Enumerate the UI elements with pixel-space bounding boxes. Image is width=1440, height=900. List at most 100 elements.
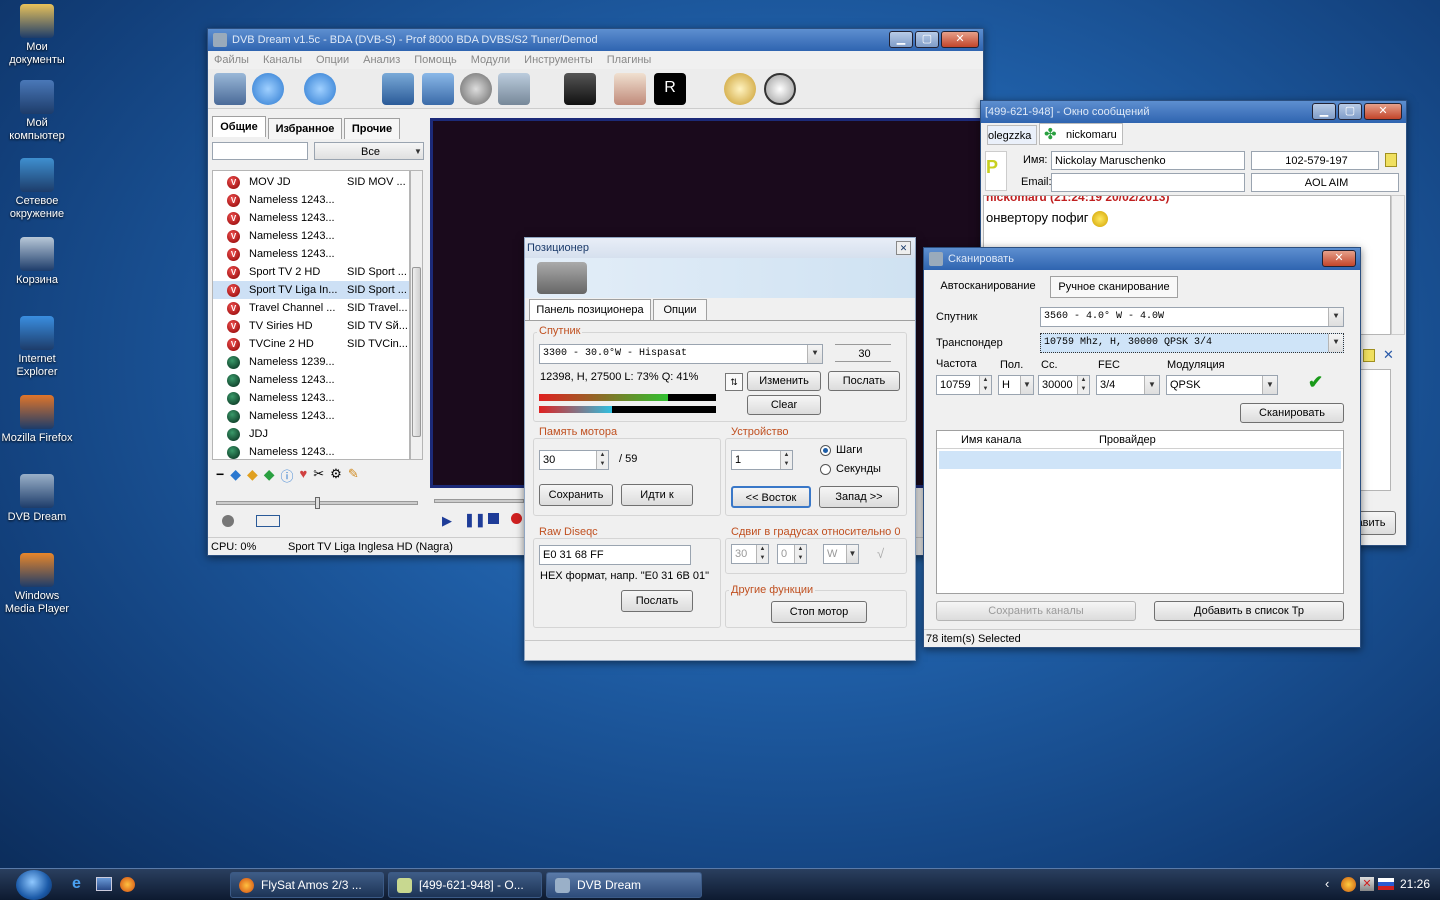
spin-icon[interactable]: ▲ ▼: [794, 545, 806, 563]
channel-row[interactable]: V Nameless 1243...: [213, 245, 409, 263]
column-provider[interactable]: Провайдер: [1099, 431, 1156, 449]
tab-general[interactable]: Общие: [212, 116, 266, 137]
firefox-quicklaunch-icon[interactable]: [120, 877, 135, 892]
file-icon[interactable]: [1363, 349, 1375, 362]
positioner-close-button[interactable]: ✕: [896, 241, 911, 255]
desktop-quicklaunch-icon[interactable]: [96, 877, 112, 891]
spin-icon[interactable]: ▲ ▼: [780, 451, 792, 469]
channel-row[interactable]: V Sport TV 2 HD SID Sport ...: [213, 263, 409, 281]
spin-icon[interactable]: ▲ ▼: [596, 451, 608, 469]
channel-row[interactable]: Nameless 1243...: [213, 407, 409, 425]
menu-item[interactable]: Файлы: [214, 51, 249, 69]
channel-row[interactable]: V Nameless 1243...: [213, 227, 409, 245]
volume-thumb[interactable]: [315, 497, 320, 509]
info-icon[interactable]: ⓘ: [281, 466, 294, 486]
task-dvb-dream[interactable]: DVB Dream: [546, 872, 702, 898]
modulation-select[interactable]: QPSK ▼: [1166, 375, 1278, 395]
spin-icon[interactable]: ▲ ▼: [979, 376, 991, 394]
apply-checkmark-icon[interactable]: ✔: [1308, 372, 1323, 393]
add-to-tp-list-button[interactable]: Добавить в список Тр: [1154, 601, 1344, 621]
heart-icon[interactable]: ♥: [300, 466, 308, 486]
channel-row[interactable]: V TVCine 2 HD SID TVCin...: [213, 335, 409, 353]
tools-icon[interactable]: ⚙: [330, 466, 342, 486]
monitor-icon[interactable]: [382, 73, 414, 105]
task-flysat[interactable]: FlySat Amos 2/3 ...: [230, 872, 384, 898]
scissors-icon[interactable]: ✂: [313, 466, 324, 486]
history-scrollbar[interactable]: [1391, 195, 1405, 335]
russian-flag-icon[interactable]: [1378, 878, 1394, 890]
selected-row[interactable]: [939, 451, 1341, 469]
menu-item[interactable]: Опции: [316, 51, 349, 69]
column-channel-name[interactable]: Имя канала: [961, 431, 1021, 449]
desktop-icon[interactable]: Mozilla Firefox: [0, 395, 74, 445]
clock[interactable]: 21:26: [1400, 877, 1430, 891]
pause-icon[interactable]: ❚❚: [464, 512, 486, 528]
shift-direction-select[interactable]: W ▼: [823, 544, 859, 564]
minimize-button[interactable]: ▁: [889, 31, 913, 48]
desktop-icon[interactable]: Мой компьютер: [0, 80, 74, 143]
clapper-icon[interactable]: [564, 73, 596, 105]
desktop-icon[interactable]: DVB Dream: [0, 474, 74, 524]
save-position-button[interactable]: Сохранить: [539, 484, 613, 506]
pill-icon[interactable]: [614, 73, 646, 105]
menu-item[interactable]: Каналы: [263, 51, 302, 69]
shift-degrees-input[interactable]: 30 ▲ ▼: [731, 544, 769, 564]
channel-row[interactable]: Nameless 1239...: [213, 353, 409, 371]
window-icon[interactable]: [498, 73, 530, 105]
menu-item[interactable]: Модули: [471, 51, 510, 69]
desktop-icon[interactable]: Мои документы: [0, 4, 74, 67]
email-field[interactable]: [1051, 173, 1245, 192]
close-button[interactable]: ✕: [941, 31, 979, 48]
notes-icon[interactable]: [1385, 153, 1397, 167]
transponder-select[interactable]: 10759 Mhz, H, 30000 QPSK 3/4 ▼: [1040, 333, 1344, 353]
contact-tab-olegzzka[interactable]: olegzzka: [987, 125, 1037, 145]
apply-shift-icon[interactable]: √: [877, 546, 884, 561]
maximize-button[interactable]: ▢: [915, 31, 939, 48]
send-button[interactable]: Послать: [828, 371, 900, 391]
tab-manual-scan[interactable]: Ручное сканирование: [1050, 276, 1178, 298]
goto-position-button[interactable]: Идти к: [621, 484, 693, 506]
raw-send-button[interactable]: Послать: [621, 590, 693, 612]
volume-slider[interactable]: [216, 497, 418, 509]
record-icon[interactable]: [511, 513, 522, 524]
task-messenger[interactable]: [499-621-948] - О...: [388, 872, 542, 898]
clear-button[interactable]: Clear: [747, 395, 821, 415]
messenger-minimize-button[interactable]: ▁: [1312, 103, 1336, 120]
scrollbar-thumb[interactable]: [412, 267, 421, 437]
desktop-icon[interactable]: Windows Media Player: [0, 553, 74, 616]
east-button[interactable]: << Восток: [731, 486, 811, 508]
scan-button[interactable]: Сканировать: [1240, 403, 1344, 423]
aspect-icon[interactable]: [256, 515, 280, 527]
channel-row[interactable]: JDJ: [213, 425, 409, 443]
ie-quicklaunch-icon[interactable]: e: [72, 875, 81, 893]
record-r-icon[interactable]: R: [654, 73, 686, 105]
channel-row[interactable]: Nameless 1243...: [213, 371, 409, 389]
stop-icon[interactable]: [488, 513, 499, 524]
menu-item[interactable]: Плагины: [607, 51, 652, 69]
channel-row[interactable]: Nameless 1243...: [213, 389, 409, 407]
tray-app-icon[interactable]: [1341, 877, 1356, 892]
open-folder-icon[interactable]: [214, 73, 246, 105]
desktop-icon[interactable]: Корзина: [0, 237, 74, 287]
motor-memory-input[interactable]: 30 ▲ ▼: [539, 450, 609, 470]
west-button[interactable]: Запад >>: [819, 486, 899, 508]
positioner-titlebar[interactable]: Позиционер ✕: [525, 238, 915, 258]
desktop-icon[interactable]: Сетевое окружение: [0, 158, 74, 221]
stopwatch-icon[interactable]: [724, 73, 756, 105]
scan-close-button[interactable]: ✕: [1322, 250, 1356, 267]
channel-row[interactable]: V Travel Channel ... SID Travel...: [213, 299, 409, 317]
frequency-input[interactable]: 10759 ▲ ▼: [936, 375, 992, 395]
polarization-select[interactable]: H ▼: [998, 375, 1034, 395]
fec-select[interactable]: 3/4 ▼: [1096, 375, 1160, 395]
info-diamond-icon[interactable]: ◆: [230, 466, 241, 486]
channel-row[interactable]: V Nameless 1243...: [213, 209, 409, 227]
minus-icon[interactable]: −: [216, 466, 224, 486]
tab-other[interactable]: Прочие: [344, 118, 400, 139]
close-input-icon[interactable]: ✕: [1383, 347, 1394, 363]
note-icon[interactable]: ✎: [348, 466, 359, 486]
menu-item[interactable]: Помощь: [414, 51, 457, 69]
seek-slider[interactable]: [434, 499, 524, 503]
dvb-titlebar[interactable]: DVB Dream v1.5c - BDA (DVB-S) - Prof 800…: [208, 29, 983, 51]
name-field[interactable]: Nickolay Maruschenko: [1051, 151, 1245, 170]
channel-row[interactable]: V Nameless 1243...: [213, 191, 409, 209]
